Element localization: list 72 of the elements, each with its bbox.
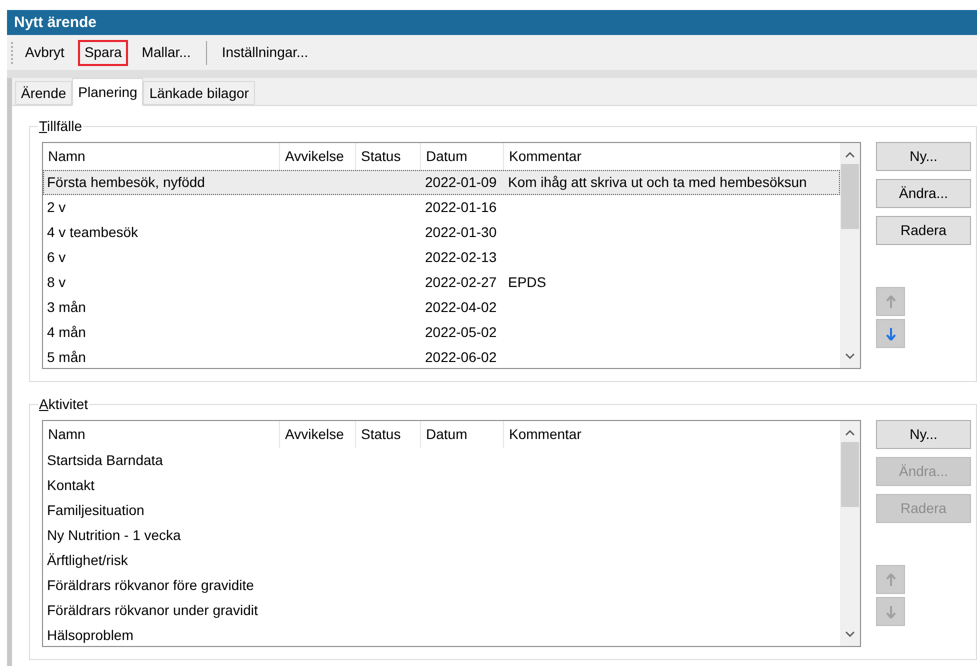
list-row[interactable]: Startsida Barndata — [43, 448, 840, 473]
table-cell-text: 2022-06-02 — [424, 348, 498, 367]
table-cell-text: Kontakt — [46, 476, 96, 495]
up-arrow-icon — [886, 294, 896, 308]
table-cell-text: Ärftlighet/risk — [46, 551, 129, 570]
tab[interactable]: Planering — [72, 78, 144, 106]
scrollbar[interactable] — [840, 421, 860, 646]
down-arrow-icon — [886, 604, 896, 618]
action-button[interactable]: Radera — [876, 216, 971, 245]
down-arrow-icon — [886, 326, 896, 340]
list-row[interactable]: 5 mån 2022-06-02 — [43, 345, 840, 368]
list-row[interactable]: Ny Nutrition - 1 vecka — [43, 523, 840, 548]
table-cell-text: Hälsoproblem — [46, 626, 134, 645]
tab[interactable]: Ärende — [15, 81, 72, 105]
table-cell-text: 2022-02-27 — [424, 273, 498, 292]
table-cell-text: 2022-01-09 — [424, 173, 498, 192]
list-row[interactable]: Hälsoproblem — [43, 623, 840, 646]
toolbar-button[interactable]: Spara — [78, 40, 128, 66]
table-cell-text: 4 mån — [46, 323, 87, 342]
up-arrow-icon — [886, 572, 896, 586]
list-row[interactable]: 6 v 2022-02-13 — [43, 245, 840, 270]
table-cell-text: 4 v teambesök — [46, 223, 140, 242]
table-cell-text: Första hembesök, nyfödd — [46, 173, 206, 192]
column-header[interactable]: Status — [356, 421, 421, 448]
table-cell-text: 2022-04-02 — [424, 298, 498, 317]
table-cell-text: 6 v — [46, 248, 67, 267]
scrollbar-thumb[interactable] — [841, 442, 859, 507]
toolbar-button[interactable]: Avbryt — [19, 40, 70, 66]
table-cell-text: 5 mån — [46, 348, 87, 367]
chevron-up-icon[interactable] — [845, 152, 855, 158]
list-row[interactable]: 2 v 2022-01-16 — [43, 195, 840, 220]
list-row[interactable]: 4 v teambesök 2022-01-30 — [43, 220, 840, 245]
table-cell-text: 3 mån — [46, 298, 87, 317]
action-button[interactable]: Ändra... — [876, 179, 971, 208]
table-cell-text: 2022-01-16 — [424, 198, 498, 217]
list-row[interactable]: 4 mån 2022-05-02 — [43, 320, 840, 345]
table-cell-text: 8 v — [46, 273, 67, 292]
column-header[interactable]: Namn — [43, 421, 280, 448]
list-row[interactable]: Familjesituation — [43, 498, 840, 523]
action-button[interactable]: Ny... — [876, 142, 971, 171]
toolbar-button[interactable]: Mallar... — [136, 40, 197, 66]
window-title: Nytt ärende — [7, 10, 977, 35]
table-cell-text: EPDS — [507, 273, 548, 292]
toolbar-button[interactable]: Inställningar... — [216, 40, 314, 66]
chevron-up-icon[interactable] — [845, 430, 855, 436]
table-cell-text: Föräldrars rökvanor före gravidite — [46, 576, 255, 595]
table-cell-text: 2022-05-02 — [424, 323, 498, 342]
column-header[interactable]: Datum — [421, 421, 504, 448]
list-row[interactable]: Kontakt — [43, 473, 840, 498]
grip-icon — [11, 42, 14, 64]
table-cell-text: 2022-02-13 — [424, 248, 498, 267]
scrollbar[interactable] — [840, 143, 860, 368]
chevron-down-icon[interactable] — [845, 631, 855, 637]
table-cell-text: Ny Nutrition - 1 vecka — [46, 526, 182, 545]
table-cell-text: Familjesituation — [46, 501, 146, 520]
table-cell-text: 2 v — [46, 198, 67, 217]
list-row[interactable]: Ärftlighet/risk — [43, 548, 840, 573]
list-row[interactable]: 8 v 2022-02-27 EPDS — [43, 270, 840, 295]
scrollbar-thumb[interactable] — [841, 164, 859, 229]
move-down-button[interactable] — [876, 319, 905, 348]
list-row[interactable]: Första hembesök, nyfödd 2022-01-09 Kom ihåg att skriva ut och ta med hembesöksun — [43, 170, 840, 195]
list-row[interactable]: Föräldrars rökvanor före gravidite — [43, 573, 840, 598]
table-cell-text: 2022-01-30 — [424, 223, 498, 242]
column-header[interactable]: Avvikelse — [280, 421, 356, 448]
list-row[interactable]: Föräldrars rökvanor under gravidit — [43, 598, 840, 623]
table-cell-text: Startsida Barndata — [46, 451, 164, 470]
chevron-down-icon[interactable] — [845, 353, 855, 359]
tab[interactable]: Länkade bilagor — [143, 81, 255, 105]
action-button[interactable]: Ny... — [876, 420, 971, 449]
table-cell-text: Föräldrars rökvanor under gravidit — [46, 601, 259, 620]
table-cell-text: Kom ihåg att skriva ut och ta med hembesöksun — [507, 173, 808, 192]
list-row[interactable]: 3 mån 2022-04-02 — [43, 295, 840, 320]
